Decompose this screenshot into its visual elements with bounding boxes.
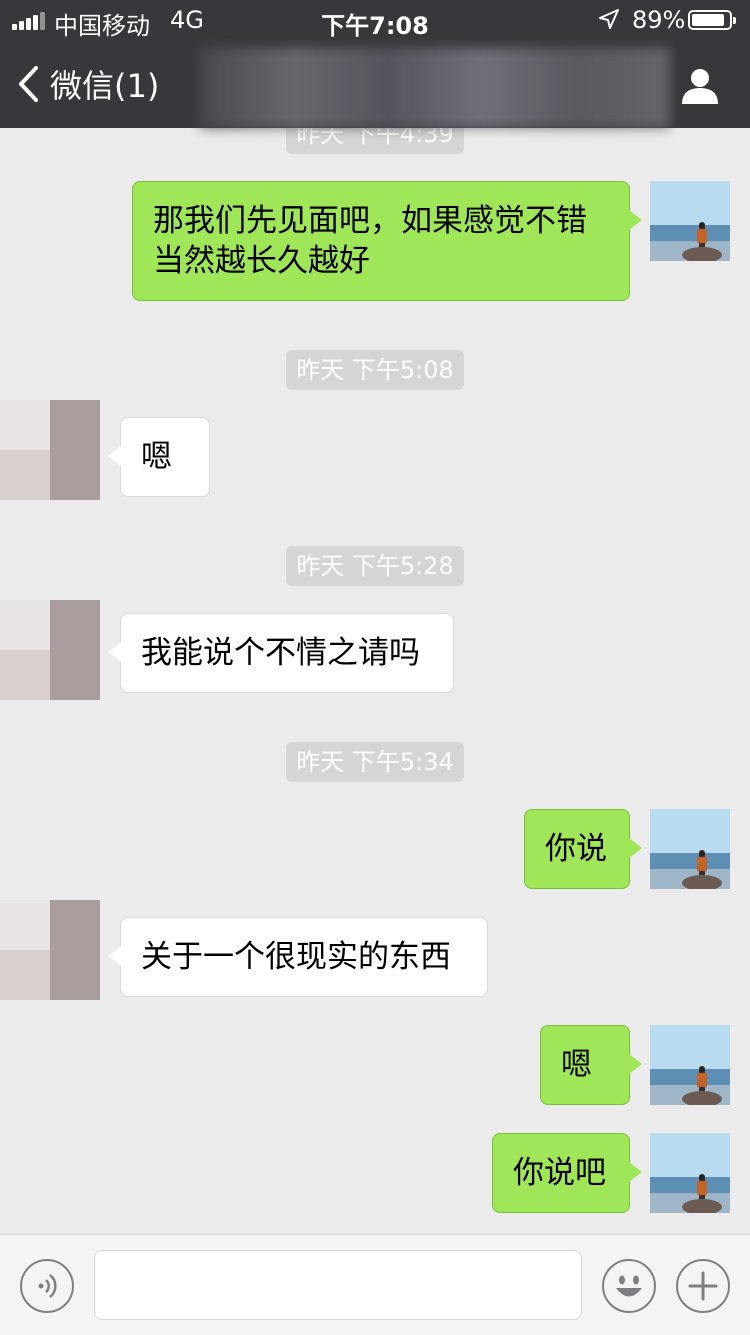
smiley-icon	[616, 1275, 642, 1297]
message-text: 你说吧	[513, 1155, 606, 1191]
voice-button[interactable]	[20, 1259, 74, 1313]
message-input[interactable]	[94, 1250, 582, 1320]
my-avatar[interactable]	[650, 181, 730, 261]
message-text: 嗯	[561, 1047, 592, 1083]
person-icon[interactable]	[680, 66, 720, 106]
back-label: 微信(1)	[50, 67, 160, 105]
battery-icon	[688, 10, 736, 30]
message-bubble-received[interactable]: 嗯	[108, 417, 210, 497]
message-text: 关于一个很现实的东西	[141, 939, 451, 975]
timestamp: 昨天 下午5:28	[286, 546, 464, 586]
back-button[interactable]: 微信(1)	[16, 60, 159, 108]
plus-icon	[688, 1271, 718, 1301]
contact-avatar[interactable]	[0, 400, 100, 500]
chevron-left-icon	[19, 66, 38, 102]
message-text: 你说	[545, 831, 607, 867]
message-bubble-sent[interactable]: 嗯	[540, 1025, 642, 1105]
contact-avatar[interactable]	[0, 900, 100, 1000]
my-avatar[interactable]	[650, 1025, 730, 1105]
message-text: 我能说个不情之请吗	[141, 635, 420, 671]
location-icon	[599, 9, 619, 29]
contact-avatar[interactable]	[0, 600, 100, 700]
my-avatar[interactable]	[650, 1133, 730, 1213]
status-bar: 中国移动 4G 下午7:08 89%	[0, 0, 750, 40]
emoji-button[interactable]	[602, 1259, 656, 1313]
message-bubble-received[interactable]: 我能说个不情之请吗	[108, 613, 454, 693]
timestamp: 昨天 下午5:08	[286, 350, 464, 390]
input-toolbar	[0, 1234, 750, 1335]
timestamp: 昨天 下午5:34	[286, 742, 464, 782]
my-avatar[interactable]	[650, 809, 730, 889]
message-text: 那我们先见面吧，如果感觉不错	[153, 203, 587, 239]
message-text: 嗯	[141, 439, 172, 475]
message-text: 当然越长久越好	[153, 243, 370, 279]
battery-percent: 89%	[632, 6, 686, 34]
top-header: 中国移动 4G 下午7:08 89% 微信(1)	[0, 0, 750, 128]
message-bubble-sent[interactable]: 那我们先见面吧，如果感觉不错 当然越长久越好	[132, 181, 642, 301]
message-bubble-sent[interactable]: 你说吧	[492, 1133, 642, 1213]
more-button[interactable]	[676, 1259, 730, 1313]
message-bubble-sent[interactable]: 你说	[524, 809, 642, 889]
chat-title	[200, 48, 670, 128]
message-bubble-received[interactable]: 关于一个很现实的东西	[108, 917, 488, 997]
voice-icon	[38, 1274, 57, 1298]
